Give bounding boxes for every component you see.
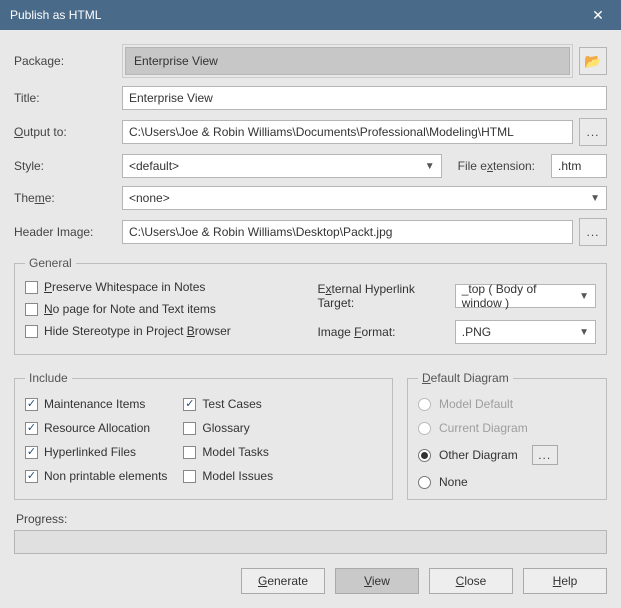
dialog-body: Package: Enterprise View 📂 Title: Output… bbox=[0, 30, 621, 602]
folder-icon: 📂 bbox=[584, 53, 601, 70]
window-title: Publish as HTML bbox=[10, 8, 101, 22]
none-radio[interactable]: None bbox=[418, 475, 596, 489]
glossary-checkbox[interactable]: Glossary bbox=[183, 421, 273, 435]
ellipsis-icon: ... bbox=[586, 125, 599, 139]
other-diagram-browse-button[interactable]: ... bbox=[532, 445, 558, 465]
image-format-select[interactable]: .PNG ▼ bbox=[455, 320, 596, 344]
browse-package-button[interactable]: 📂 bbox=[579, 47, 607, 75]
title-bar: Publish as HTML ✕ bbox=[0, 0, 621, 30]
hyperlinked-checkbox[interactable]: Hyperlinked Files bbox=[25, 445, 167, 459]
header-image-input[interactable] bbox=[122, 220, 573, 244]
theme-select[interactable]: <none> ▼ bbox=[122, 186, 607, 210]
image-format-value: .PNG bbox=[462, 325, 491, 339]
no-page-note-checkbox[interactable]: No page for Note and Text items bbox=[25, 302, 317, 316]
caret-icon: ▼ bbox=[590, 193, 600, 204]
radio-icon bbox=[418, 422, 431, 435]
theme-label: Theme: bbox=[14, 191, 122, 205]
general-legend: General bbox=[25, 256, 76, 270]
package-field: Enterprise View bbox=[125, 47, 570, 75]
checkbox-icon bbox=[183, 470, 196, 483]
style-label: Style: bbox=[14, 159, 122, 173]
title-label: Title: bbox=[14, 91, 122, 105]
browse-output-button[interactable]: ... bbox=[579, 118, 607, 146]
current-diagram-radio: Current Diagram bbox=[418, 421, 596, 435]
checkbox-icon bbox=[25, 398, 38, 411]
checkbox-icon bbox=[25, 303, 38, 316]
caret-icon: ▼ bbox=[425, 161, 435, 172]
output-input[interactable] bbox=[122, 120, 573, 144]
help-button[interactable]: Help bbox=[523, 568, 607, 594]
radio-icon bbox=[418, 449, 431, 462]
package-label: Package: bbox=[14, 54, 122, 68]
browse-header-image-button[interactable]: ... bbox=[579, 218, 607, 246]
model-default-radio: Model Default bbox=[418, 397, 596, 411]
file-ext-label: File extension: bbox=[458, 159, 535, 173]
checkbox-icon bbox=[25, 325, 38, 338]
file-ext-value: .htm bbox=[558, 159, 581, 173]
ellipsis-icon: ... bbox=[538, 448, 551, 462]
nonprintable-checkbox[interactable]: Non printable elements bbox=[25, 469, 167, 483]
caret-icon: ▼ bbox=[579, 327, 589, 338]
image-format-label: Image Format: bbox=[317, 325, 444, 339]
view-button[interactable]: View bbox=[335, 568, 419, 594]
checkbox-icon bbox=[25, 422, 38, 435]
header-image-label: Header Image: bbox=[14, 225, 122, 239]
hide-stereotype-checkbox[interactable]: Hide Stereotype in Project Browser bbox=[25, 324, 317, 338]
footer-buttons: Generate View Close Help bbox=[14, 568, 607, 594]
style-select[interactable]: <default> ▼ bbox=[122, 154, 442, 178]
progress-bar bbox=[14, 530, 607, 554]
resource-checkbox[interactable]: Resource Allocation bbox=[25, 421, 167, 435]
modeltasks-checkbox[interactable]: Model Tasks bbox=[183, 445, 273, 459]
general-group: General Preserve Whitespace in Notes No … bbox=[14, 256, 607, 355]
checkbox-icon bbox=[183, 398, 196, 411]
close-button[interactable]: Close bbox=[429, 568, 513, 594]
checkbox-icon bbox=[25, 446, 38, 459]
caret-icon: ▼ bbox=[579, 291, 589, 302]
checkbox-icon bbox=[183, 422, 196, 435]
maintenance-checkbox[interactable]: Maintenance Items bbox=[25, 397, 167, 411]
include-group: Include Maintenance Items Resource Alloc… bbox=[14, 371, 393, 500]
output-label: Output to: bbox=[14, 125, 122, 139]
other-diagram-radio[interactable]: Other Diagram ... bbox=[418, 445, 596, 465]
checkbox-icon bbox=[25, 470, 38, 483]
external-target-label: External Hyperlink Target: bbox=[317, 282, 444, 310]
modelissues-checkbox[interactable]: Model Issues bbox=[183, 469, 273, 483]
title-input[interactable] bbox=[122, 86, 607, 110]
preserve-whitespace-checkbox[interactable]: Preserve Whitespace in Notes bbox=[25, 280, 317, 294]
checkbox-icon bbox=[25, 281, 38, 294]
radio-icon bbox=[418, 476, 431, 489]
checkbox-icon bbox=[183, 446, 196, 459]
file-ext-input[interactable]: .htm bbox=[551, 154, 607, 178]
ellipsis-icon: ... bbox=[586, 225, 599, 239]
external-target-select[interactable]: _top ( Body of window ) ▼ bbox=[455, 284, 596, 308]
include-legend: Include bbox=[25, 371, 72, 385]
default-diagram-group: Default Diagram Model Default Current Di… bbox=[407, 371, 607, 500]
default-diagram-legend: Default Diagram bbox=[418, 371, 513, 385]
close-icon[interactable]: ✕ bbox=[583, 7, 613, 24]
style-value: <default> bbox=[129, 159, 179, 173]
theme-value: <none> bbox=[129, 191, 170, 205]
radio-icon bbox=[418, 398, 431, 411]
progress-label: Progress: bbox=[16, 512, 607, 526]
external-target-value: _top ( Body of window ) bbox=[462, 282, 573, 310]
generate-button[interactable]: Generate bbox=[241, 568, 325, 594]
package-field-wrap: Enterprise View bbox=[122, 44, 573, 78]
testcases-checkbox[interactable]: Test Cases bbox=[183, 397, 273, 411]
